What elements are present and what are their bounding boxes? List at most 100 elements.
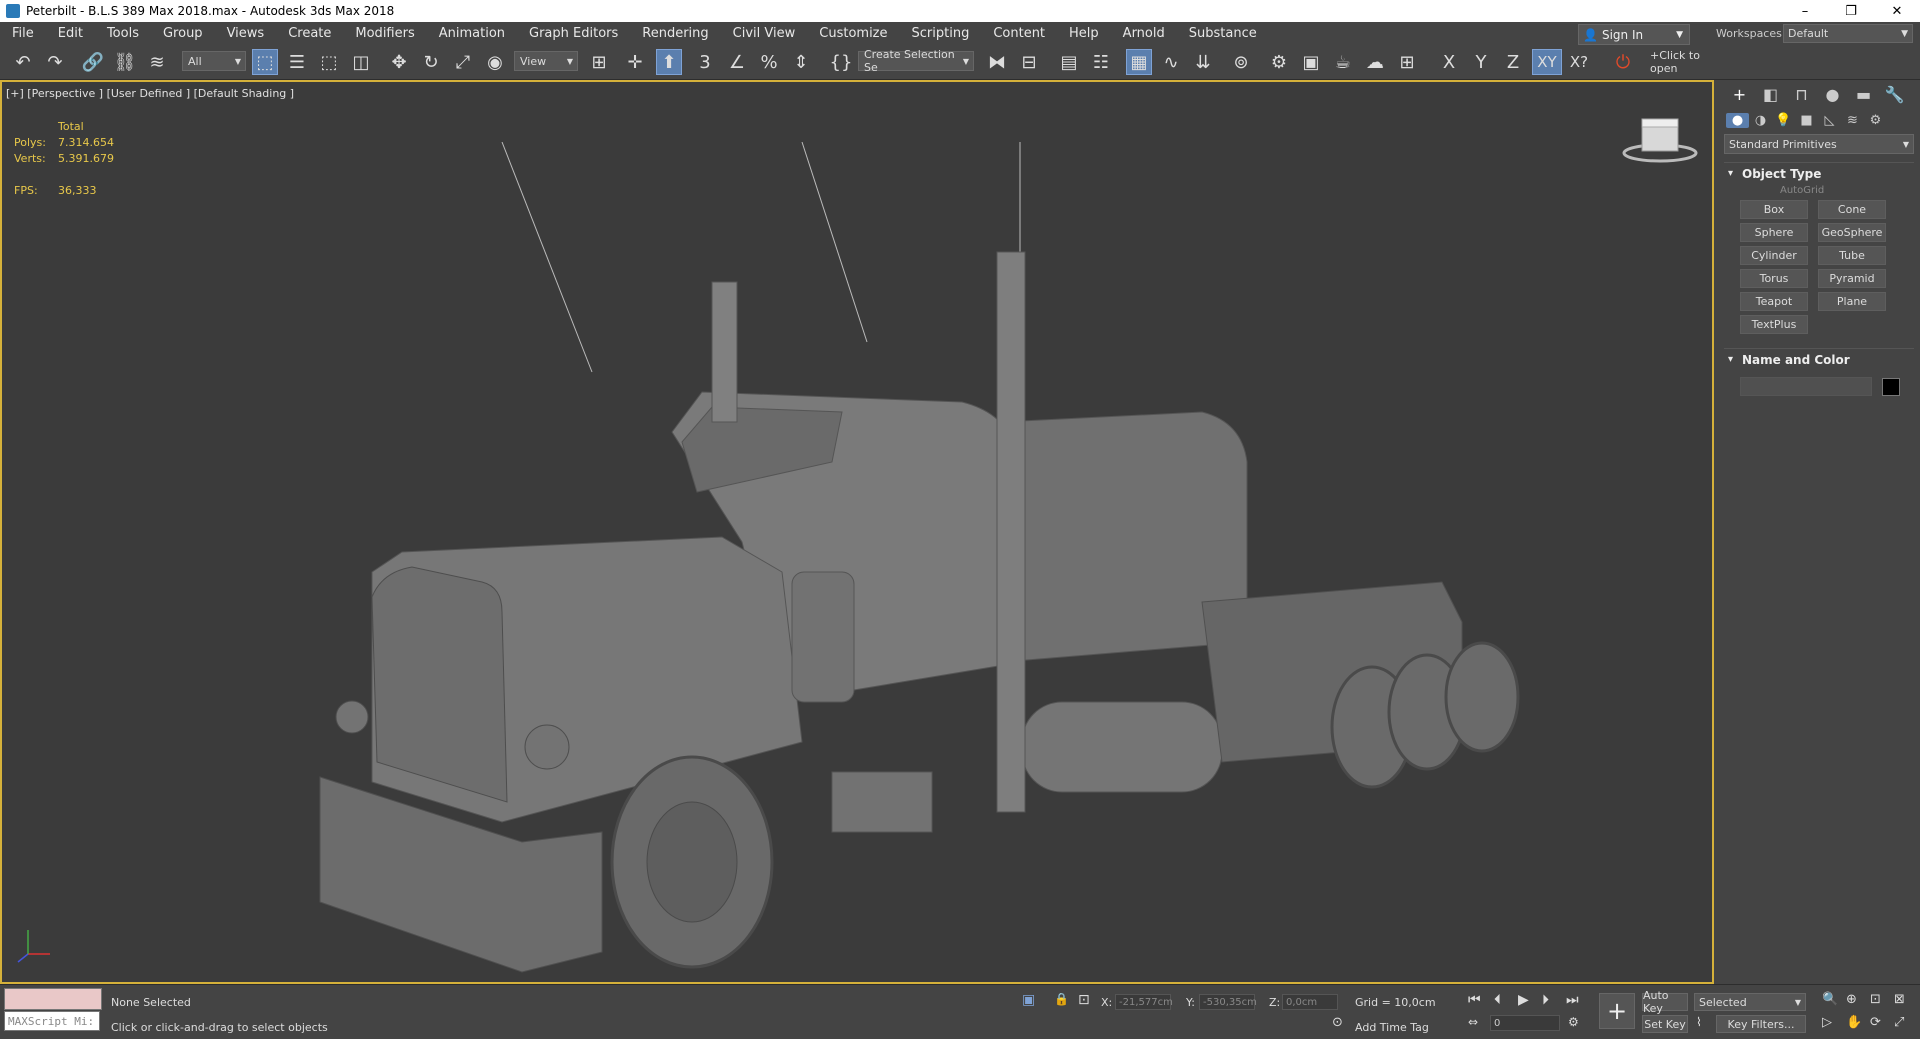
select-object-icon[interactable]: ⬚ (252, 49, 278, 75)
snaps-toggle-icon[interactable]: 3 (692, 49, 718, 75)
space-warps-icon[interactable]: ≋ (1841, 113, 1864, 128)
zoom-extents-icon[interactable]: ⊡ (1870, 992, 1881, 1007)
pivot-center-icon[interactable]: ⊞ (586, 49, 612, 75)
perspective-viewport[interactable]: [+] [Perspective ] [User Defined ] [Defa… (0, 80, 1714, 984)
go-to-end-icon[interactable]: ⏭ (1566, 992, 1579, 1008)
render-in-cloud-icon[interactable]: ☁ (1362, 49, 1388, 75)
unlink-icon[interactable]: ⛓ (112, 49, 138, 75)
select-by-name-icon[interactable]: ☰ (284, 49, 310, 75)
sphere-button[interactable]: Sphere (1740, 223, 1808, 242)
link-icon[interactable]: 🔗 (80, 49, 106, 75)
set-key-button[interactable]: Set Key (1642, 1015, 1688, 1033)
object-name-field[interactable] (1740, 377, 1872, 396)
box-button[interactable]: Box (1740, 200, 1808, 219)
power-icon[interactable]: ⏻ (1610, 49, 1636, 75)
keyboard-shortcut-override-icon[interactable]: ⬆ (656, 49, 682, 75)
zoom-icon[interactable]: 🔍 (1822, 992, 1838, 1007)
isolate-selection-icon[interactable]: ▣ (1022, 992, 1035, 1008)
object-type-header[interactable]: Object Type (1724, 163, 1914, 183)
key-filters-button[interactable]: Key Filters... (1716, 1015, 1806, 1033)
current-frame-field[interactable]: 0 (1490, 1015, 1560, 1031)
key-tangent-icon[interactable]: ⌇ (1696, 1015, 1702, 1029)
menu-modifiers[interactable]: Modifiers (343, 26, 426, 41)
key-selection-dropdown[interactable]: Selected ▼ (1694, 993, 1806, 1011)
maxscript-listener-output[interactable] (4, 988, 102, 1010)
reference-coordinate-dropdown[interactable]: View ▼ (514, 51, 578, 71)
edit-named-selection-icon[interactable]: {} (828, 49, 854, 75)
menu-civil-view[interactable]: Civil View (721, 26, 808, 41)
undo-icon[interactable]: ↶ (10, 49, 36, 75)
placement-icon[interactable]: ◉ (482, 49, 508, 75)
restore-button[interactable]: ❐ (1828, 0, 1874, 22)
geosphere-button[interactable]: GeoSphere (1818, 223, 1886, 242)
menu-group[interactable]: Group (151, 26, 215, 41)
spinner-snap-icon[interactable]: ⇕ (788, 49, 814, 75)
menu-tools[interactable]: Tools (95, 26, 151, 41)
zoom-all-icon[interactable]: ⊕ (1846, 992, 1857, 1007)
rendered-frame-window-icon[interactable]: ▣ (1298, 49, 1324, 75)
helpers-icon[interactable]: ◺ (1818, 113, 1841, 128)
menu-substance[interactable]: Substance (1177, 26, 1269, 41)
window-crossing-icon[interactable]: ◫ (348, 49, 374, 75)
name-and-color-header[interactable]: Name and Color (1724, 349, 1914, 369)
plane-button[interactable]: Plane (1818, 292, 1886, 311)
time-tag-icon[interactable]: ⊙ (1332, 1015, 1343, 1030)
create-tab-icon[interactable]: + (1724, 85, 1755, 104)
orbit-icon[interactable]: ⟳ (1870, 1015, 1881, 1030)
hierarchy-tab-icon[interactable]: ⊓ (1786, 85, 1817, 104)
add-time-tag[interactable]: Add Time Tag (1355, 1021, 1429, 1034)
redo-icon[interactable]: ↷ (42, 49, 68, 75)
named-selection-sets-dropdown[interactable]: Create Selection Se ▼ (858, 48, 974, 74)
menu-file[interactable]: File (0, 26, 46, 41)
menu-create[interactable]: Create (276, 26, 343, 41)
pyramid-button[interactable]: Pyramid (1818, 269, 1886, 288)
close-button[interactable]: ✕ (1874, 0, 1920, 22)
absolute-relative-icon[interactable]: ⊡ (1078, 992, 1090, 1008)
teapot-button[interactable]: Teapot (1740, 292, 1808, 311)
rotate-icon[interactable]: ↻ (418, 49, 444, 75)
auto-key-button[interactable]: Auto Key (1642, 989, 1688, 1015)
sign-in-dropdown[interactable]: 👤 Sign In ▼ (1578, 24, 1690, 45)
selection-filter-dropdown[interactable]: All ▼ (182, 51, 246, 71)
workspace-select[interactable]: Default ▼ (1783, 24, 1913, 43)
pan-icon[interactable]: ✋ (1846, 1015, 1862, 1030)
layer-explorer-icon[interactable]: ☷ (1088, 49, 1114, 75)
move-icon[interactable]: ✥ (386, 49, 412, 75)
bind-space-warp-icon[interactable]: ≋ (144, 49, 170, 75)
set-keys-icon[interactable]: + (1599, 993, 1635, 1029)
percent-snap-icon[interactable]: % (756, 49, 782, 75)
menu-graph-editors[interactable]: Graph Editors (517, 26, 630, 41)
menu-views[interactable]: Views (215, 26, 277, 41)
modify-tab-icon[interactable]: ◧ (1755, 85, 1786, 104)
time-configuration-icon[interactable]: ⚙ (1568, 1015, 1579, 1029)
menu-rendering[interactable]: Rendering (630, 26, 720, 41)
go-to-start-icon[interactable]: ⏮ (1468, 992, 1481, 1008)
align-icon[interactable]: ⊟ (1016, 49, 1042, 75)
object-category-dropdown[interactable]: Standard Primitives ▼ (1724, 134, 1914, 154)
utilities-tab-icon[interactable]: 🔧 (1879, 85, 1910, 104)
truck-model[interactable] (302, 142, 1542, 982)
scene-explorer-icon[interactable]: ▤ (1056, 49, 1082, 75)
z-coord-field[interactable]: 0,0cm (1282, 994, 1338, 1010)
axis-xy-button[interactable]: XY (1532, 49, 1562, 75)
render-shortcuts-icon[interactable]: ⊞ (1394, 49, 1420, 75)
torus-button[interactable]: Torus (1740, 269, 1808, 288)
axis-y-button[interactable]: Y (1468, 49, 1494, 75)
render-setup-icon[interactable]: ⚙ (1266, 49, 1292, 75)
shapes-icon[interactable]: ◑ (1749, 113, 1772, 128)
x-coord-field[interactable]: -21,577cm (1115, 994, 1173, 1010)
axis-x-button[interactable]: X (1436, 49, 1462, 75)
previous-frame-icon[interactable]: ⏴ (1494, 992, 1501, 1008)
key-mode-icon[interactable]: ⇔ (1468, 1015, 1478, 1029)
maximize-viewport-icon[interactable]: ⤢ (1894, 1015, 1904, 1030)
mirror-icon[interactable]: ⧓ (984, 49, 1010, 75)
tube-button[interactable]: Tube (1818, 246, 1886, 265)
play-icon[interactable]: ▶ (1518, 992, 1529, 1008)
schematic-view-icon[interactable]: ⇊ (1190, 49, 1216, 75)
motion-tab-icon[interactable]: ● (1817, 85, 1848, 104)
y-coord-field[interactable]: -530,35cm (1199, 994, 1257, 1010)
textplus-button[interactable]: TextPlus (1740, 315, 1808, 334)
zoom-extents-all-icon[interactable]: ⊠ (1894, 992, 1905, 1007)
viewcube[interactable] (1620, 115, 1700, 165)
rectangular-selection-icon[interactable]: ⬚ (316, 49, 342, 75)
